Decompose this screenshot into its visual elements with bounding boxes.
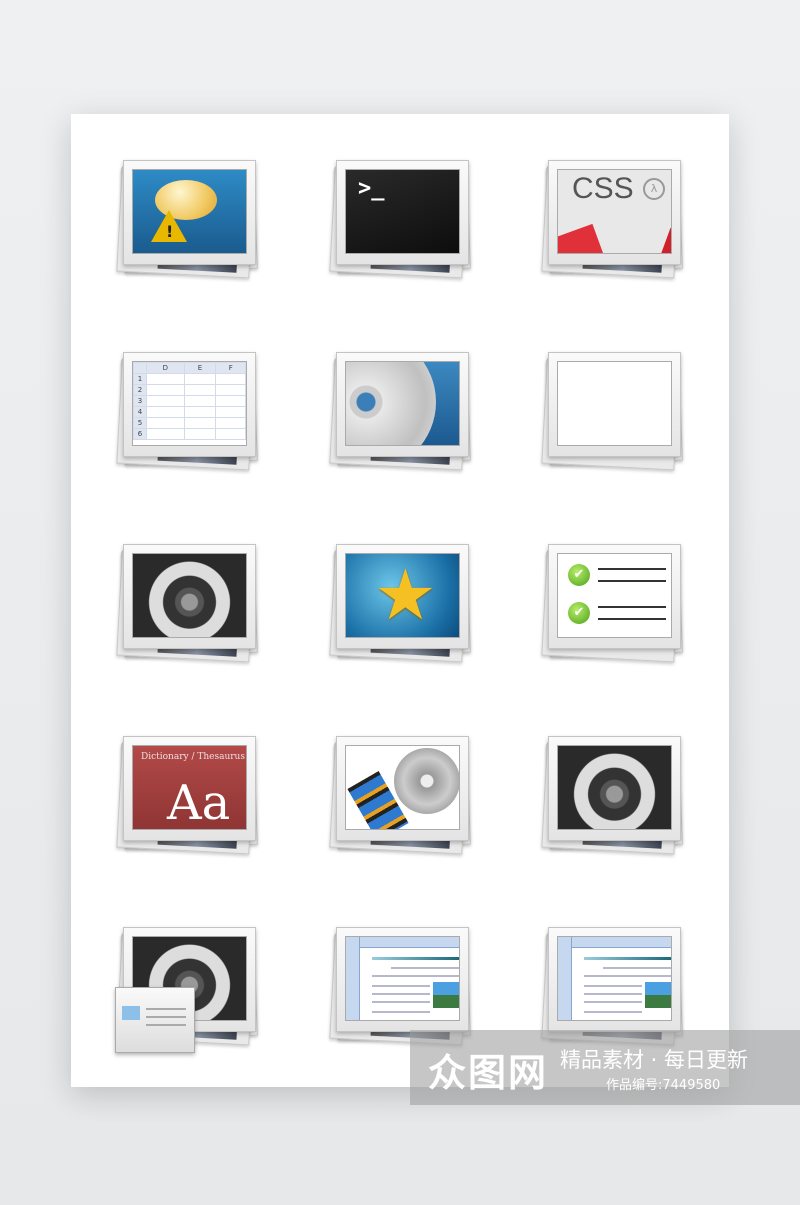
watermark-logo: 众图网 <box>428 1051 549 1095</box>
image: ✔ ✔ <box>557 553 672 638</box>
list-line <box>598 606 666 608</box>
frame: ✔ ✔ <box>548 544 681 649</box>
image <box>345 936 460 1021</box>
check-icon: ✔ <box>568 564 590 586</box>
icon-gears[interactable] <box>541 736 688 861</box>
frame <box>123 544 256 649</box>
picture-icon <box>645 982 671 1008</box>
warning-mark: ! <box>166 222 174 241</box>
star-icon: ★ <box>374 554 437 636</box>
window-icon <box>115 987 195 1053</box>
frame: ! <box>123 160 256 265</box>
image: >_ <box>345 169 460 254</box>
icon-css[interactable]: CSS λ <box>541 160 688 285</box>
icon-spreadsheet[interactable]: DEF 1 2 3 4 5 6 <box>116 352 263 477</box>
icon-gears[interactable] <box>116 544 263 669</box>
image <box>345 361 460 446</box>
watermark-code: 作品编号:7449580 <box>606 1078 721 1093</box>
icon-alert-message[interactable]: ! <box>116 160 263 285</box>
image <box>345 745 460 830</box>
disc-icon <box>346 362 436 445</box>
frame: >_ <box>336 160 469 265</box>
image <box>557 361 672 446</box>
gear-icon <box>557 745 672 830</box>
icon-terminal[interactable]: >_ <box>329 160 476 285</box>
frame <box>336 736 469 841</box>
list-line <box>598 618 666 620</box>
icon-blank[interactable] <box>541 352 688 477</box>
frame: DEF 1 2 3 4 5 6 <box>123 352 256 457</box>
list-line <box>598 568 666 570</box>
red-card <box>660 227 671 253</box>
image <box>557 936 672 1021</box>
icon-favorite-star[interactable]: ★ <box>329 544 476 669</box>
terminal-prompt: >_ <box>358 176 385 201</box>
image: ! <box>132 169 247 254</box>
spreadsheet-grid: DEF 1 2 3 4 5 6 <box>133 362 246 440</box>
film-reel-icon <box>394 748 459 814</box>
lambda-icon: λ <box>643 178 665 200</box>
frame <box>548 736 681 841</box>
icon-gears-window[interactable] <box>115 927 263 1053</box>
frame <box>336 352 469 457</box>
list-line <box>598 580 666 582</box>
dictionary-letters: Aa <box>167 775 231 830</box>
icon-dictionary[interactable]: Dictionary / Thesaurus Aa <box>116 736 263 861</box>
dictionary-subtitle: Dictionary / Thesaurus <box>141 752 245 762</box>
frame: Dictionary / Thesaurus Aa <box>123 736 256 841</box>
css-text: CSS <box>572 172 634 205</box>
image: DEF 1 2 3 4 5 6 <box>132 361 247 446</box>
image: ★ <box>345 553 460 638</box>
gear-icon <box>132 553 247 638</box>
frame <box>548 352 681 457</box>
check-icon: ✔ <box>568 602 590 624</box>
image: CSS λ <box>557 169 672 254</box>
red-card <box>558 223 605 253</box>
frame: CSS λ <box>548 160 681 265</box>
frame <box>548 927 681 1032</box>
image: Dictionary / Thesaurus Aa <box>132 745 247 830</box>
watermark: 众图网 精品素材 · 每日更新 作品编号:7449580 <box>410 1030 800 1105</box>
watermark-slogan: 精品素材 · 每日更新 <box>560 1048 749 1072</box>
frame <box>336 927 469 1032</box>
picture-icon <box>433 982 459 1008</box>
frame: ★ <box>336 544 469 649</box>
icon-cd-disc[interactable] <box>329 352 476 477</box>
icon-film-reel[interactable] <box>329 736 476 861</box>
icon-checklist[interactable]: ✔ ✔ <box>541 544 688 669</box>
